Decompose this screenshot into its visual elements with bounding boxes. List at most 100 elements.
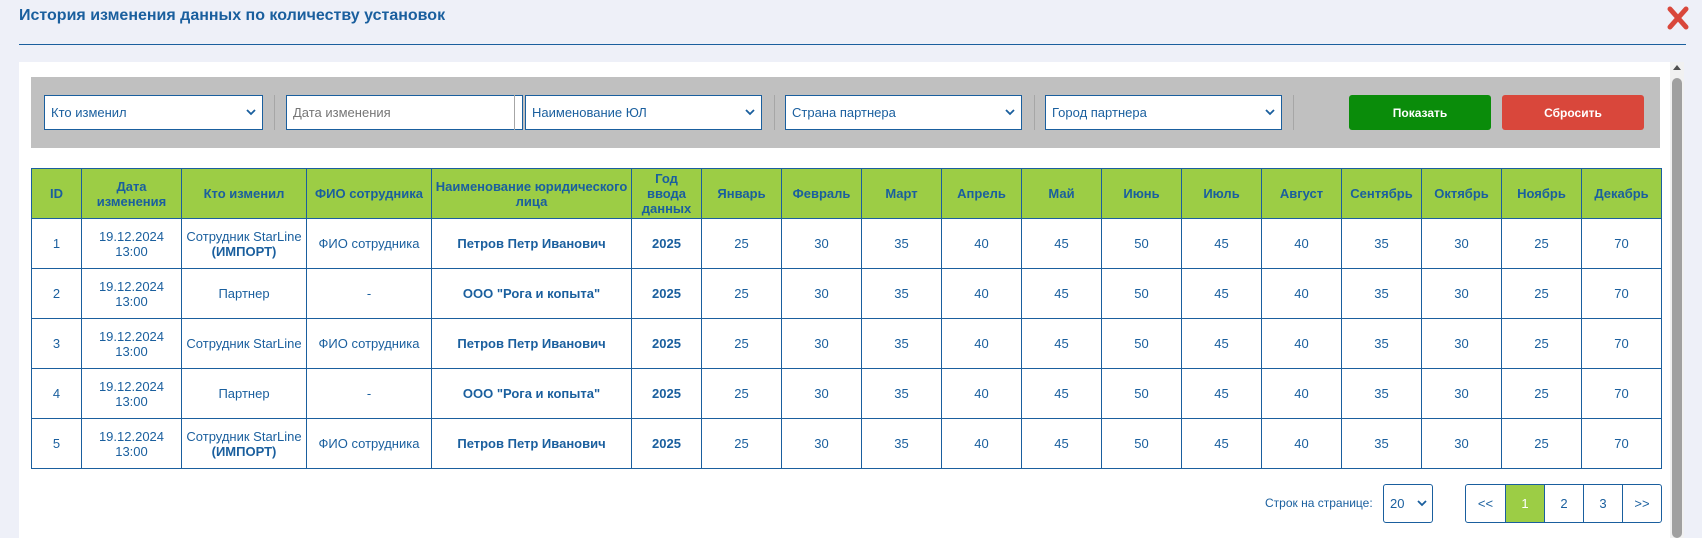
pagination: << 1 2 3 >> bbox=[1465, 484, 1662, 523]
legal-name-select[interactable]: Наименование ЮЛ bbox=[525, 95, 762, 130]
filter-separator bbox=[1034, 95, 1035, 130]
cell-month-value: 35 bbox=[1341, 368, 1422, 419]
cell-month-value: 35 bbox=[1341, 218, 1422, 269]
column-header: Апрель bbox=[941, 168, 1022, 219]
chevron-down-icon bbox=[246, 109, 256, 116]
cell-year: 2025 bbox=[631, 268, 702, 319]
chevron-down-icon bbox=[1265, 109, 1275, 116]
column-header: Январь bbox=[701, 168, 782, 219]
first-page-button[interactable]: << bbox=[1466, 485, 1505, 522]
cell-month-value: 50 bbox=[1101, 418, 1182, 469]
cell-change-date: 19.12.2024 13:00 bbox=[81, 418, 182, 469]
cell-month-value: 40 bbox=[941, 368, 1022, 419]
page-title: История изменения данных по количеству у… bbox=[19, 7, 446, 24]
chevron-down-icon bbox=[1005, 109, 1015, 116]
cell-month-value: 40 bbox=[1261, 318, 1342, 369]
chevron-down-icon bbox=[745, 109, 755, 116]
cell-month-value: 30 bbox=[781, 218, 862, 269]
rows-per-page-select[interactable]: 20 bbox=[1383, 484, 1433, 523]
partner-country-select-value: Страна партнера bbox=[792, 105, 896, 120]
content-panel: Кто изменил Наименование ЮЛ Страна партн… bbox=[19, 62, 1684, 538]
column-header: ID bbox=[31, 168, 82, 219]
column-header: Кто изменил bbox=[181, 168, 307, 219]
column-header: Декабрь bbox=[1581, 168, 1662, 219]
cell-who-changed: Сотрудник StarLine (ИМПОРТ) bbox=[181, 418, 307, 469]
cell-legal-name: ООО "Рога и копыта" bbox=[431, 268, 632, 319]
cell-month-value: 70 bbox=[1581, 418, 1662, 469]
page-button-1[interactable]: 1 bbox=[1505, 485, 1544, 522]
column-header: Ноябрь bbox=[1501, 168, 1582, 219]
close-icon[interactable] bbox=[1666, 5, 1690, 31]
cell-legal-name: ООО "Рога и копыта" bbox=[431, 368, 632, 419]
cell-month-value: 25 bbox=[1501, 368, 1582, 419]
column-header: Июнь bbox=[1101, 168, 1182, 219]
change-time: 13:00 bbox=[115, 343, 148, 359]
scrollbar-thumb[interactable] bbox=[1672, 78, 1682, 538]
cell-year: 2025 bbox=[631, 318, 702, 369]
cell-month-value: 30 bbox=[781, 268, 862, 319]
cell-month-value: 40 bbox=[1261, 218, 1342, 269]
cell-month-value: 45 bbox=[1021, 418, 1102, 469]
cell-month-value: 70 bbox=[1581, 318, 1662, 369]
cell-month-value: 70 bbox=[1581, 268, 1662, 319]
cell-id: 2 bbox=[31, 268, 82, 319]
filter-separator bbox=[274, 95, 275, 130]
cell-change-date: 19.12.2024 13:00 bbox=[81, 318, 182, 369]
vertical-scrollbar[interactable] bbox=[1670, 62, 1684, 538]
change-time: 13:00 bbox=[115, 293, 148, 309]
cell-id: 5 bbox=[31, 418, 82, 469]
cell-month-value: 30 bbox=[1421, 368, 1502, 419]
column-header: Август bbox=[1261, 168, 1342, 219]
cell-month-value: 25 bbox=[701, 218, 782, 269]
partner-country-select[interactable]: Страна партнера bbox=[785, 95, 1022, 130]
change-date-input[interactable] bbox=[286, 95, 523, 130]
who-changed-note: (ИМПОРТ) bbox=[211, 443, 277, 459]
cell-month-value: 45 bbox=[1021, 218, 1102, 269]
cell-month-value: 50 bbox=[1101, 318, 1182, 369]
cell-month-value: 35 bbox=[1341, 268, 1422, 319]
cell-month-value: 45 bbox=[1021, 268, 1102, 319]
cell-month-value: 45 bbox=[1181, 368, 1262, 419]
cell-month-value: 35 bbox=[861, 368, 942, 419]
cell-who-changed: Партнер bbox=[181, 268, 307, 319]
who-changed-note: (ИМПОРТ) bbox=[211, 243, 277, 259]
reset-button[interactable]: Сбросить bbox=[1502, 95, 1644, 130]
cell-month-value: 25 bbox=[701, 268, 782, 319]
table-row[interactable]: 2 19.12.2024 13:00 Партнер - ООО "Рога и копы… bbox=[31, 268, 1662, 319]
cell-month-value: 45 bbox=[1181, 318, 1262, 369]
change-time: 13:00 bbox=[115, 393, 148, 409]
cell-year: 2025 bbox=[631, 368, 702, 419]
change-time: 13:00 bbox=[115, 243, 148, 259]
cell-month-value: 35 bbox=[1341, 318, 1422, 369]
partner-city-select[interactable]: Город партнера bbox=[1045, 95, 1282, 130]
cell-id: 1 bbox=[31, 218, 82, 269]
table-row[interactable]: 5 19.12.2024 13:00 Сотрудник StarLine (ИМПОР… bbox=[31, 418, 1662, 469]
cell-id: 3 bbox=[31, 318, 82, 369]
table-row[interactable]: 4 19.12.2024 13:00 Партнер - ООО "Рога и копы… bbox=[31, 368, 1662, 419]
page-button-3[interactable]: 3 bbox=[1583, 485, 1622, 522]
who-changed: Сотрудник StarLine bbox=[186, 336, 302, 351]
cell-month-value: 25 bbox=[1501, 318, 1582, 369]
table-row[interactable]: 3 19.12.2024 13:00 Сотрудник StarLine ФИО со… bbox=[31, 318, 1662, 369]
cell-month-value: 25 bbox=[1501, 418, 1582, 469]
cell-who-changed: Сотрудник StarLine bbox=[181, 318, 307, 369]
cell-month-value: 35 bbox=[861, 418, 942, 469]
cell-month-value: 25 bbox=[701, 368, 782, 419]
cell-month-value: 30 bbox=[781, 418, 862, 469]
cell-month-value: 30 bbox=[1421, 268, 1502, 319]
cell-who-changed: Сотрудник StarLine (ИМПОРТ) bbox=[181, 218, 307, 269]
cell-month-value: 30 bbox=[781, 368, 862, 419]
page-button-2[interactable]: 2 bbox=[1544, 485, 1583, 522]
cell-month-value: 35 bbox=[861, 268, 942, 319]
show-button[interactable]: Показать bbox=[1349, 95, 1491, 130]
table-row[interactable]: 1 19.12.2024 13:00 Сотрудник StarLine (ИМПОР… bbox=[31, 218, 1662, 269]
last-page-button[interactable]: >> bbox=[1622, 485, 1661, 522]
cell-month-value: 25 bbox=[1501, 218, 1582, 269]
column-header: Июль bbox=[1181, 168, 1262, 219]
change-date: 19.12.2024 bbox=[98, 328, 165, 344]
scroll-up-arrow-icon[interactable] bbox=[1673, 65, 1681, 70]
cell-month-value: 40 bbox=[941, 418, 1022, 469]
cell-employee: ФИО сотрудника bbox=[306, 318, 432, 369]
rows-per-page-value: 20 bbox=[1390, 496, 1405, 511]
who-changed-select[interactable]: Кто изменил bbox=[44, 95, 263, 130]
